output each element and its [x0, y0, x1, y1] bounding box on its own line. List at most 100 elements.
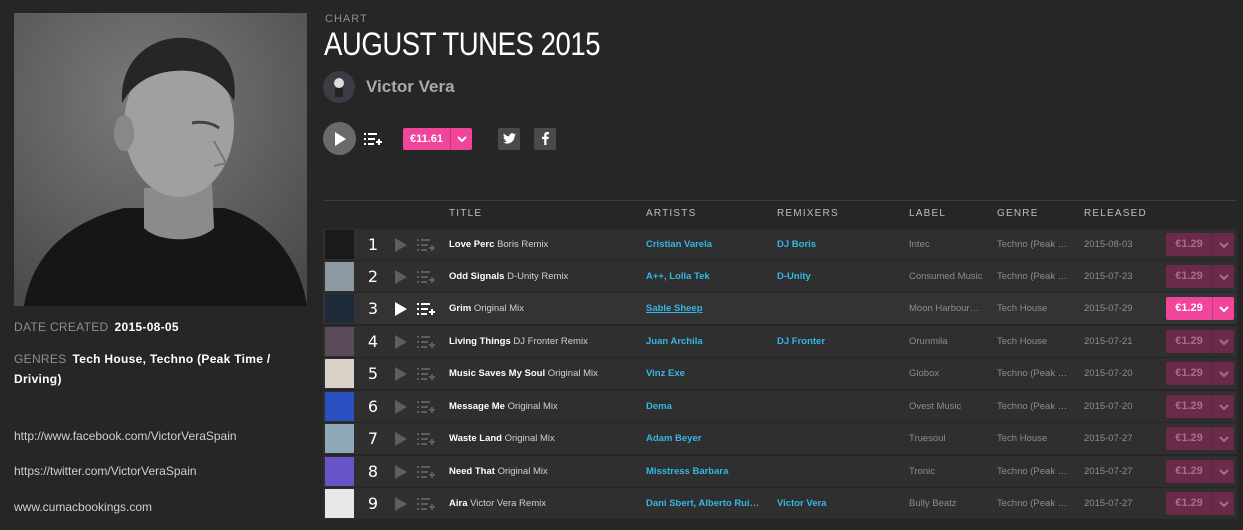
- buy-options-dropdown[interactable]: [450, 127, 472, 150]
- track-label[interactable]: Truesoul: [909, 423, 989, 454]
- track-name[interactable]: Grim: [449, 303, 471, 314]
- track-artwork[interactable]: [325, 230, 354, 259]
- track-name[interactable]: Message Me: [449, 401, 505, 412]
- avatar[interactable]: [323, 71, 355, 103]
- track-label[interactable]: Tronic: [909, 456, 989, 487]
- chart-price[interactable]: €11.61: [403, 128, 450, 150]
- track-name[interactable]: Living Things: [449, 336, 511, 347]
- play-track-icon[interactable]: [395, 367, 407, 381]
- track-remixers[interactable]: [777, 423, 902, 454]
- chart-artist[interactable]: Victor Vera: [323, 71, 455, 103]
- track-artwork[interactable]: [325, 424, 354, 453]
- col-remixers[interactable]: REMIXERS: [777, 208, 839, 219]
- buy-track-dropdown[interactable]: [1212, 330, 1234, 353]
- track-artwork[interactable]: [325, 294, 354, 323]
- twitter-share-button[interactable]: [498, 127, 521, 150]
- track-artists[interactable]: Vinz Exe: [646, 358, 771, 389]
- add-track-to-queue-icon[interactable]: [417, 432, 435, 446]
- track-remixers[interactable]: [777, 358, 902, 389]
- track-label[interactable]: Consumed Music: [909, 261, 989, 292]
- add-track-to-queue-icon[interactable]: [417, 400, 435, 414]
- play-track-icon[interactable]: [395, 335, 407, 349]
- track-title[interactable]: Living Things DJ Fronter Remix: [449, 326, 639, 357]
- track-name[interactable]: Waste Land: [449, 433, 502, 444]
- track-price[interactable]: €1.29: [1166, 395, 1212, 418]
- track-artwork[interactable]: [325, 327, 354, 356]
- buy-track-dropdown[interactable]: [1212, 427, 1234, 450]
- track-price[interactable]: €1.29: [1166, 362, 1212, 385]
- buy-track-button[interactable]: €1.29: [1166, 265, 1234, 288]
- buy-track-dropdown[interactable]: [1212, 265, 1234, 288]
- track-remixers[interactable]: [777, 456, 902, 487]
- track-label[interactable]: Orunmila: [909, 326, 989, 357]
- track-artwork[interactable]: [325, 359, 354, 388]
- buy-track-button[interactable]: €1.29: [1166, 492, 1234, 515]
- track-name[interactable]: Need That: [449, 466, 495, 477]
- track-remixers[interactable]: DJ Fronter: [777, 326, 902, 357]
- facebook-link[interactable]: http://www.facebook.com/VictorVeraSpain: [14, 429, 237, 443]
- buy-track-dropdown[interactable]: [1212, 492, 1234, 515]
- track-genre[interactable]: Techno (Peak …: [997, 456, 1072, 487]
- track-artists[interactable]: Juan Archila: [646, 326, 771, 357]
- track-artists[interactable]: Cristian Varela: [646, 229, 771, 260]
- track-price[interactable]: €1.29: [1166, 492, 1212, 515]
- track-title[interactable]: Music Saves My Soul Original Mix: [449, 358, 639, 389]
- buy-track-dropdown[interactable]: [1212, 395, 1234, 418]
- play-track-icon[interactable]: [395, 238, 407, 252]
- track-name[interactable]: Love Perc: [449, 239, 494, 250]
- table-row[interactable]: 9 Aira Victor Vera Remix Dani Sbert, Alb…: [323, 488, 1237, 519]
- facebook-share-button[interactable]: [534, 127, 557, 150]
- buy-track-dropdown[interactable]: [1212, 297, 1234, 320]
- artist-name[interactable]: Victor Vera: [366, 77, 455, 97]
- track-label[interactable]: Intec: [909, 229, 989, 260]
- table-row[interactable]: 8 Need That Original Mix Misstress Barba…: [323, 456, 1237, 487]
- track-title[interactable]: Love Perc Boris Remix: [449, 229, 639, 260]
- website-link[interactable]: www.cumacbookings.com: [14, 500, 152, 514]
- table-row[interactable]: 7 Waste Land Original Mix Adam Beyer Tru…: [323, 423, 1237, 454]
- track-artists[interactable]: Misstress Barbara: [646, 456, 771, 487]
- add-track-to-queue-icon[interactable]: [417, 367, 435, 381]
- buy-track-button[interactable]: €1.29: [1166, 427, 1234, 450]
- table-row[interactable]: 1 Love Perc Boris Remix Cristian Varela …: [323, 229, 1237, 260]
- track-genre[interactable]: Tech House: [997, 326, 1072, 357]
- play-track-icon[interactable]: [395, 465, 407, 479]
- track-label[interactable]: Globox: [909, 358, 989, 389]
- add-track-to-queue-icon[interactable]: [417, 465, 435, 479]
- track-label[interactable]: Bully Beatz: [909, 488, 989, 519]
- track-title[interactable]: Need That Original Mix: [449, 456, 639, 487]
- track-name[interactable]: Aira: [449, 498, 467, 509]
- track-genre[interactable]: Techno (Peak …: [997, 391, 1072, 422]
- add-track-to-queue-icon[interactable]: [417, 335, 435, 349]
- track-genre[interactable]: Techno (Peak …: [997, 488, 1072, 519]
- play-track-icon[interactable]: [395, 302, 407, 316]
- play-chart-button[interactable]: [323, 122, 356, 155]
- track-title[interactable]: Message Me Original Mix: [449, 391, 639, 422]
- track-title[interactable]: Odd Signals D-Unity Remix: [449, 261, 639, 292]
- play-track-icon[interactable]: [395, 497, 407, 511]
- col-genre[interactable]: GENRE: [997, 208, 1039, 219]
- add-track-to-queue-icon[interactable]: [417, 238, 435, 252]
- table-row[interactable]: 2 Odd Signals D-Unity Remix A++, Lolla T…: [323, 261, 1237, 292]
- buy-track-button[interactable]: €1.29: [1166, 395, 1234, 418]
- col-label[interactable]: LABEL: [909, 208, 946, 219]
- buy-track-button[interactable]: €1.29: [1166, 460, 1234, 483]
- track-remixers[interactable]: [777, 391, 902, 422]
- track-genre[interactable]: Techno (Peak …: [997, 229, 1072, 260]
- track-artists[interactable]: Adam Beyer: [646, 423, 771, 454]
- track-price[interactable]: €1.29: [1166, 233, 1212, 256]
- track-title[interactable]: Waste Land Original Mix: [449, 423, 639, 454]
- buy-track-dropdown[interactable]: [1212, 460, 1234, 483]
- twitter-link[interactable]: https://twitter.com/VictorVeraSpain: [14, 464, 197, 478]
- add-to-queue-icon[interactable]: [364, 131, 382, 147]
- buy-track-button[interactable]: €1.29: [1166, 297, 1234, 320]
- table-row[interactable]: 4 Living Things DJ Fronter Remix Juan Ar…: [323, 326, 1237, 357]
- track-genre[interactable]: Techno (Peak …: [997, 261, 1072, 292]
- add-track-to-queue-icon[interactable]: [417, 497, 435, 511]
- track-title[interactable]: Aira Victor Vera Remix: [449, 488, 639, 519]
- track-price[interactable]: €1.29: [1166, 460, 1212, 483]
- col-artists[interactable]: ARTISTS: [646, 208, 696, 219]
- table-row[interactable]: 3 Grim Original Mix Sable Sheep Moon Har…: [323, 293, 1237, 324]
- track-label[interactable]: Moon Harbour…: [909, 293, 989, 324]
- track-artwork[interactable]: [325, 262, 354, 291]
- buy-track-button[interactable]: €1.29: [1166, 233, 1234, 256]
